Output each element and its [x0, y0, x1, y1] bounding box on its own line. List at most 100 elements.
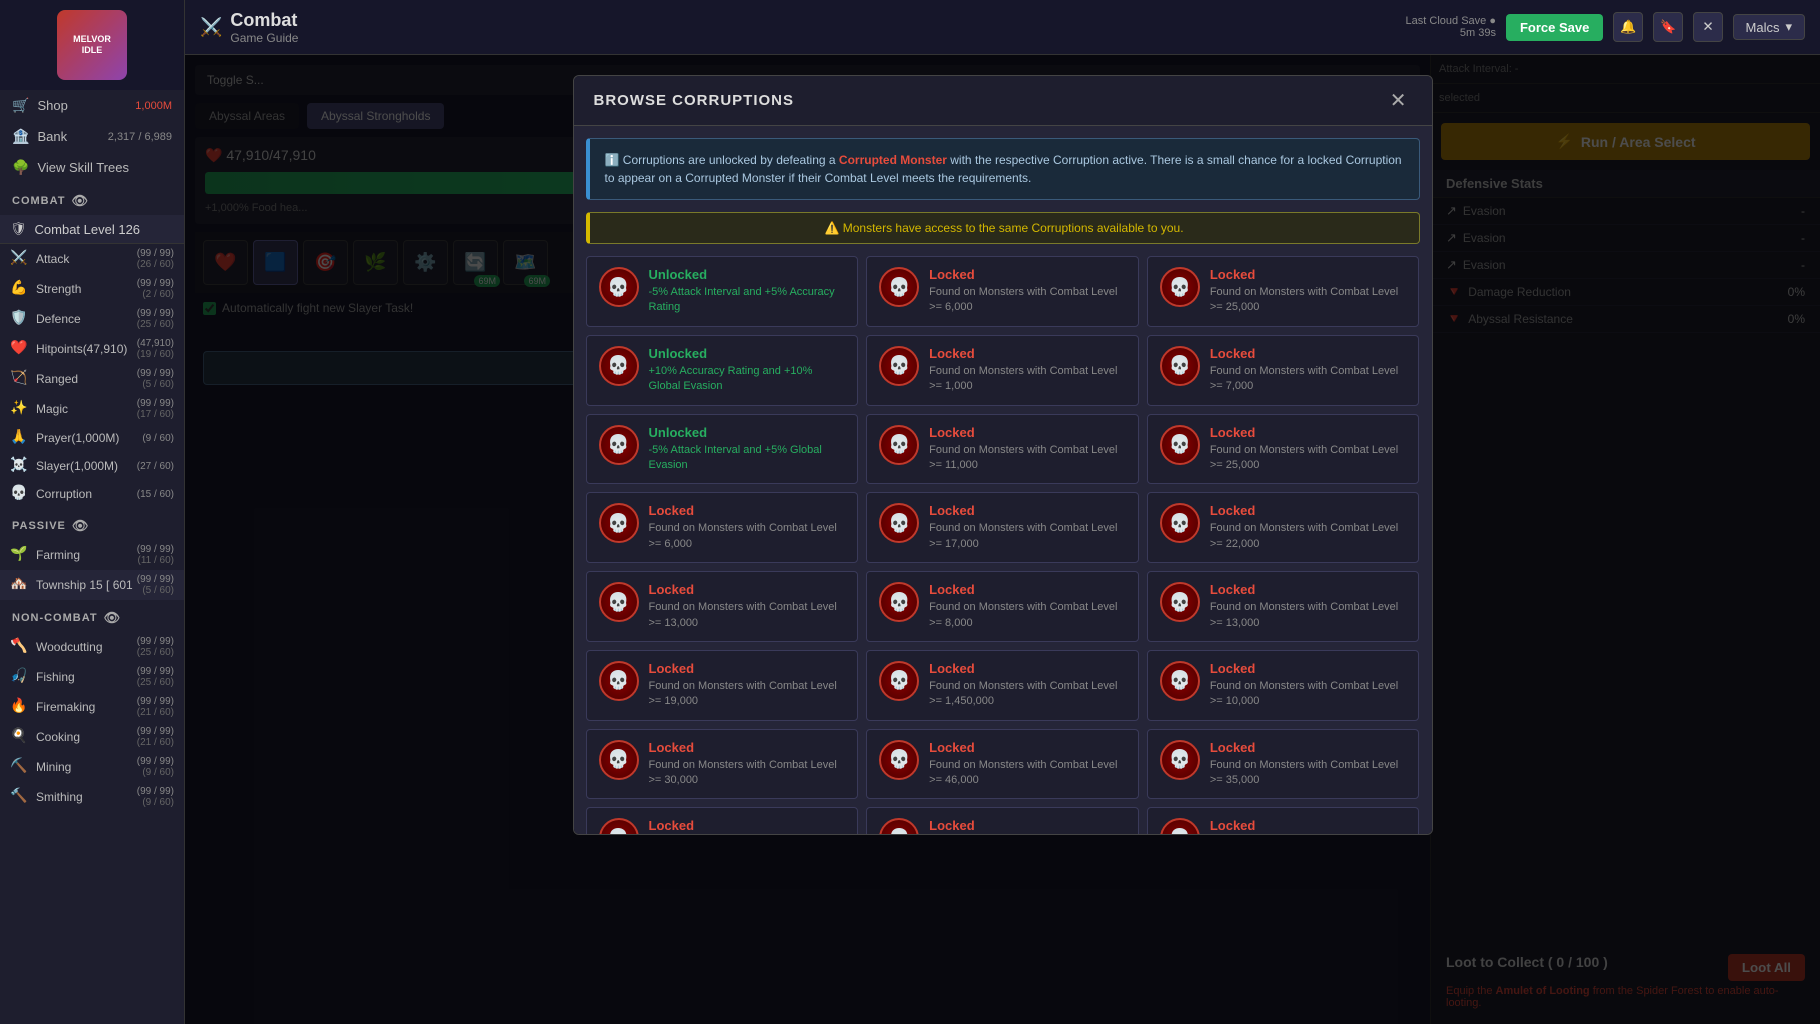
sidebar-item-strength[interactable]: 💪 Strength (99 / 99) (2 / 60): [0, 274, 184, 304]
ranged-icon: 🏹: [10, 369, 30, 389]
corruption-item-4[interactable]: 💀LockedFound on Monsters with Combat Lev…: [866, 335, 1139, 406]
corruptions-grid: 💀 Unlocked -5% Attack Interval and +5% Acc…: [574, 256, 1432, 835]
corruption-status-3: Unlocked: [649, 346, 846, 361]
sidebar-item-township[interactable]: 🏘️ Township 15 [ 601 (99 / 99) (5 / 60): [0, 570, 184, 600]
corruption-icon-14: 💀: [1160, 582, 1200, 622]
user-label: Malcs: [1746, 20, 1780, 35]
sidebar-logo: MELVORIDLE: [0, 0, 184, 90]
shield-icon: 🛡: [10, 221, 27, 237]
corruption-desc-19: Found on Monsters with Combat Level >= 4…: [929, 758, 1126, 789]
sidebar-item-slayer[interactable]: ☠️ Slayer(1,000M) (27 / 60): [0, 452, 184, 480]
sidebar-item-woodcutting[interactable]: 🪓 Woodcutting (99 / 99) (25 / 60): [0, 632, 184, 662]
corruption-item-6[interactable]: 💀Unlocked-5% Attack Interval and +5% Glo…: [586, 414, 859, 485]
user-menu[interactable]: Malcs ▾: [1733, 14, 1805, 40]
modal-close-button[interactable]: ✕: [1385, 88, 1412, 113]
sidebar-item-bank[interactable]: 🏦 Bank 2,317 / 6,989: [0, 121, 184, 152]
fishing-icon: 🎣: [10, 667, 30, 687]
notification-button[interactable]: 🔔: [1613, 12, 1643, 42]
sidebar-item-hitpoints[interactable]: ❤️ Hitpoints(47,910) (47,910) (19 / 60): [0, 334, 184, 364]
corruption-icon-16: 💀: [879, 661, 919, 701]
corruption-item-13[interactable]: 💀LockedFound on Monsters with Combat Lev…: [866, 571, 1139, 642]
corruption-desc-14: Found on Monsters with Combat Level >= 1…: [1210, 600, 1407, 631]
sidebar-item-fishing[interactable]: 🎣 Fishing (99 / 99) (25 / 60): [0, 662, 184, 692]
corruption-item-7[interactable]: 💀LockedFound on Monsters with Combat Lev…: [866, 414, 1139, 485]
corruption-status-4: Locked: [929, 346, 1126, 361]
sidebar-item-skill-trees[interactable]: 🌳 View Skill Trees: [0, 152, 184, 183]
corruption-status-16: Locked: [929, 661, 1126, 676]
corruption-icon-22: 💀: [879, 818, 919, 835]
corruption-item-18[interactable]: 💀LockedFound on Monsters with Combat Lev…: [586, 729, 859, 800]
corruption-item-15[interactable]: 💀LockedFound on Monsters with Combat Lev…: [586, 650, 859, 721]
corruption-desc-6: -5% Attack Interval and +5% Global Evasi…: [649, 443, 846, 474]
corruption-status-17: Locked: [1210, 661, 1407, 676]
sidebar-item-corruption[interactable]: 💀 Corruption (15 / 60): [0, 480, 184, 508]
sidebar-item-cooking[interactable]: 🍳 Cooking (99 / 99) (21 / 60): [0, 722, 184, 752]
slayer-icon: ☠️: [10, 456, 30, 476]
corruption-item-9[interactable]: 💀LockedFound on Monsters with Combat Lev…: [586, 492, 859, 563]
eye-icon-passive[interactable]: 👁: [72, 518, 90, 534]
corruption-item-14[interactable]: 💀 Locked Found on Monsters with Combat Lev…: [1147, 571, 1420, 642]
main-content: Toggle S... Abyssal Areas Abyssal Strong…: [185, 55, 1820, 1024]
game-guide-link[interactable]: Game Guide: [230, 31, 307, 45]
noncombat-section-header: NON-COMBAT 👁: [0, 604, 184, 632]
sidebar-item-firemaking[interactable]: 🔥 Firemaking (99 / 99) (21 / 60): [0, 692, 184, 722]
corruption-icon-17: 💀: [1160, 661, 1200, 701]
corruption-status-5: Locked: [1210, 346, 1407, 361]
corruption-item-3[interactable]: 💀 Unlocked +10% Accuracy Rating and +10% G…: [586, 335, 859, 406]
modal-header: BROWSE CORRUPTIONS ✕: [574, 76, 1432, 126]
sidebar-item-defence[interactable]: 🛡️ Defence (99 / 99) (25 / 60): [0, 304, 184, 334]
corruption-item-12[interactable]: 💀LockedFound on Monsters with Combat Lev…: [586, 571, 859, 642]
corruption-item-21[interactable]: 💀LockedFound on Monsters with Combat Lev…: [586, 807, 859, 835]
eye-icon-noncombat[interactable]: 👁: [104, 610, 122, 626]
corruption-status-14: Locked: [1210, 582, 1407, 597]
sidebar-item-attack[interactable]: ⚔️ Attack (99 / 99) (26 / 60): [0, 244, 184, 274]
corruption-icon-18: 💀: [599, 740, 639, 780]
corruption-item-5[interactable]: 💀LockedFound on Monsters with Combat Lev…: [1147, 335, 1420, 406]
sidebar-item-smithing[interactable]: 🔨 Smithing (99 / 99) (9 / 60): [0, 782, 184, 812]
corruption-item-20[interactable]: 💀LockedFound on Monsters with Combat Lev…: [1147, 729, 1420, 800]
topbar: ⚔️ Combat Game Guide Last Cloud Save ● 5…: [185, 0, 1820, 55]
corruption-desc-16: Found on Monsters with Combat Level >= 1…: [929, 679, 1126, 710]
corruption-status-18: Locked: [649, 740, 846, 755]
sidebar-item-farming[interactable]: 🌱 Farming (99 / 99) (11 / 60): [0, 540, 184, 570]
sidebar-item-magic[interactable]: ✨ Magic (99 / 99) (17 / 60): [0, 394, 184, 424]
corruption-desc-3: +10% Accuracy Rating and +10% Global Eva…: [649, 364, 846, 395]
cooking-icon: 🍳: [10, 727, 30, 747]
corruption-status-7: Locked: [929, 425, 1126, 440]
close-button[interactable]: ✕: [1693, 12, 1722, 42]
corruption-icon-8: 💀: [1160, 425, 1200, 465]
corruption-icon-15: 💀: [599, 661, 639, 701]
warning-icon: ⚠️: [824, 221, 842, 235]
corruption-item-23[interactable]: 💀LockedFound on Monsters with Combat Lev…: [1147, 807, 1420, 835]
sidebar-item-mining[interactable]: ⛏️ Mining (99 / 99) (9 / 60): [0, 752, 184, 782]
corruption-status-20: Locked: [1210, 740, 1407, 755]
strength-icon: 💪: [10, 279, 30, 299]
corruption-item-19[interactable]: 💀LockedFound on Monsters with Combat Lev…: [866, 729, 1139, 800]
sidebar: MELVORIDLE 🛒 Shop 1,000M 🏦 Bank 2,317 / …: [0, 0, 185, 1024]
corruption-item-17[interactable]: 💀LockedFound on Monsters with Combat Lev…: [1147, 650, 1420, 721]
sidebar-item-shop[interactable]: 🛒 Shop 1,000M: [0, 90, 184, 121]
sidebar-item-ranged[interactable]: 🏹 Ranged (99 / 99) (5 / 60): [0, 364, 184, 394]
corruption-item-0[interactable]: 💀Unlocked-5% Attack Interval and +5% Acc…: [586, 256, 859, 327]
corruption-item-16[interactable]: 💀 Locked Found on Monsters with Combat Lev…: [866, 650, 1139, 721]
corruption-item-11[interactable]: 💀LockedFound on Monsters with Combat Lev…: [1147, 492, 1420, 563]
corruption-status-21: Locked: [649, 818, 846, 833]
corruption-icon-0: 💀: [599, 267, 639, 307]
corruption-desc-0: -5% Attack Interval and +5% Accuracy Rat…: [649, 285, 846, 316]
corruption-item-2[interactable]: 💀LockedFound on Monsters with Combat Lev…: [1147, 256, 1420, 327]
corruption-icon-1: 💀: [879, 267, 919, 307]
corruption-icon-20: 💀: [1160, 740, 1200, 780]
corruption-status-23: Locked: [1210, 818, 1407, 833]
sidebar-item-prayer[interactable]: 🙏 Prayer(1,000M) (9 / 60): [0, 424, 184, 452]
corruption-item-22[interactable]: 💀LockedFound on Monsters with Combat Lev…: [866, 807, 1139, 835]
passive-section-header: PASSIVE 👁: [0, 512, 184, 540]
corruption-item-10[interactable]: 💀LockedFound on Monsters with Combat Lev…: [866, 492, 1139, 563]
bookmark-button[interactable]: 🔖: [1653, 12, 1683, 42]
force-save-button[interactable]: Force Save: [1506, 14, 1603, 41]
eye-icon[interactable]: 👁: [71, 193, 89, 209]
corruption-item-1[interactable]: 💀LockedFound on Monsters with Combat Lev…: [866, 256, 1139, 327]
corruption-desc-4: Found on Monsters with Combat Level >= 1…: [929, 364, 1126, 395]
corruption-icon-3: 💀: [599, 346, 639, 386]
corruption-icon-13: 💀: [879, 582, 919, 622]
corruption-item-8[interactable]: 💀LockedFound on Monsters with Combat Lev…: [1147, 414, 1420, 485]
